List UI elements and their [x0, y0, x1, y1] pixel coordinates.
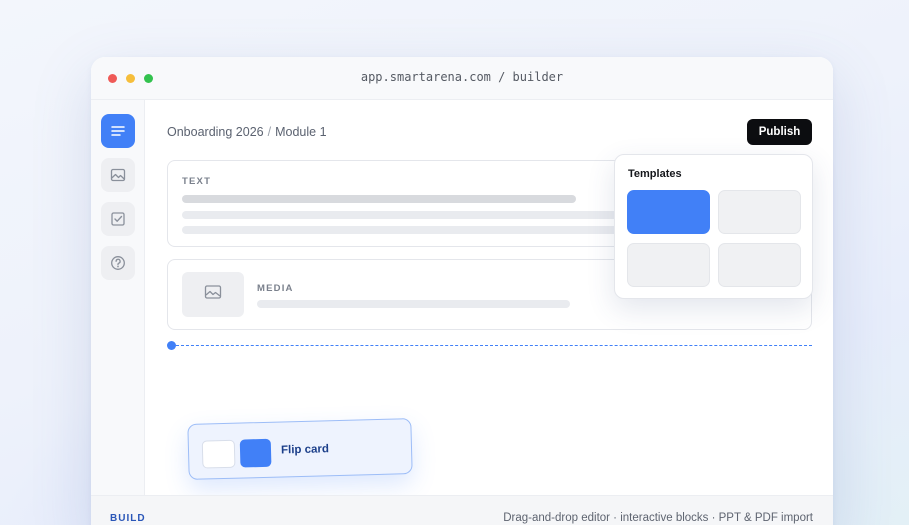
media-placeholder-line	[257, 300, 570, 308]
sidebar-item-help[interactable]	[101, 246, 135, 280]
media-block-label: MEDIA	[257, 283, 294, 294]
text-lines-icon	[110, 123, 126, 139]
flip-card-front-swatch	[201, 439, 236, 469]
dragged-flip-card-block[interactable]: Flip card	[187, 418, 413, 480]
checkbox-icon	[110, 211, 126, 227]
drop-indicator-line	[176, 345, 812, 346]
media-thumbnail	[182, 272, 244, 317]
template-option[interactable]	[627, 190, 710, 234]
text-block-label: TEXT	[182, 176, 212, 187]
flip-card-label: Flip card	[280, 443, 330, 457]
sidebar-item-quiz[interactable]	[101, 202, 135, 236]
templates-popover: Templates	[614, 154, 813, 299]
footer-tag: BUILD	[110, 513, 146, 524]
flip-card-back-swatch	[239, 438, 272, 468]
image-icon	[110, 167, 126, 183]
block-sidebar	[91, 100, 145, 495]
drop-indicator	[167, 340, 812, 350]
help-circle-icon	[110, 255, 126, 271]
breadcrumb-course[interactable]: Onboarding 2026	[167, 125, 264, 139]
text-placeholder-line	[182, 211, 622, 219]
text-placeholder-line	[182, 226, 622, 234]
template-option[interactable]	[627, 243, 710, 287]
sidebar-item-text[interactable]	[101, 114, 135, 148]
template-option[interactable]	[718, 243, 801, 287]
breadcrumb: Onboarding 2026/Module 1	[167, 125, 327, 139]
title-bar: app.smartarena.com / builder	[91, 57, 833, 100]
sidebar-item-media[interactable]	[101, 158, 135, 192]
footer-strip: BUILD Drag-and-drop editor · interactive…	[91, 495, 833, 525]
templates-title: Templates	[628, 168, 682, 180]
text-placeholder-line	[182, 195, 576, 203]
image-icon	[204, 284, 222, 305]
drop-indicator-knob	[167, 341, 176, 350]
breadcrumb-module[interactable]: Module 1	[275, 125, 326, 139]
template-option[interactable]	[718, 190, 801, 234]
publish-button[interactable]: Publish	[747, 119, 812, 145]
footer-description: Drag-and-drop editor · interactive block…	[503, 512, 813, 524]
breadcrumb-separator: /	[267, 125, 272, 139]
address-bar-url[interactable]: app.smartarena.com / builder	[91, 70, 833, 84]
